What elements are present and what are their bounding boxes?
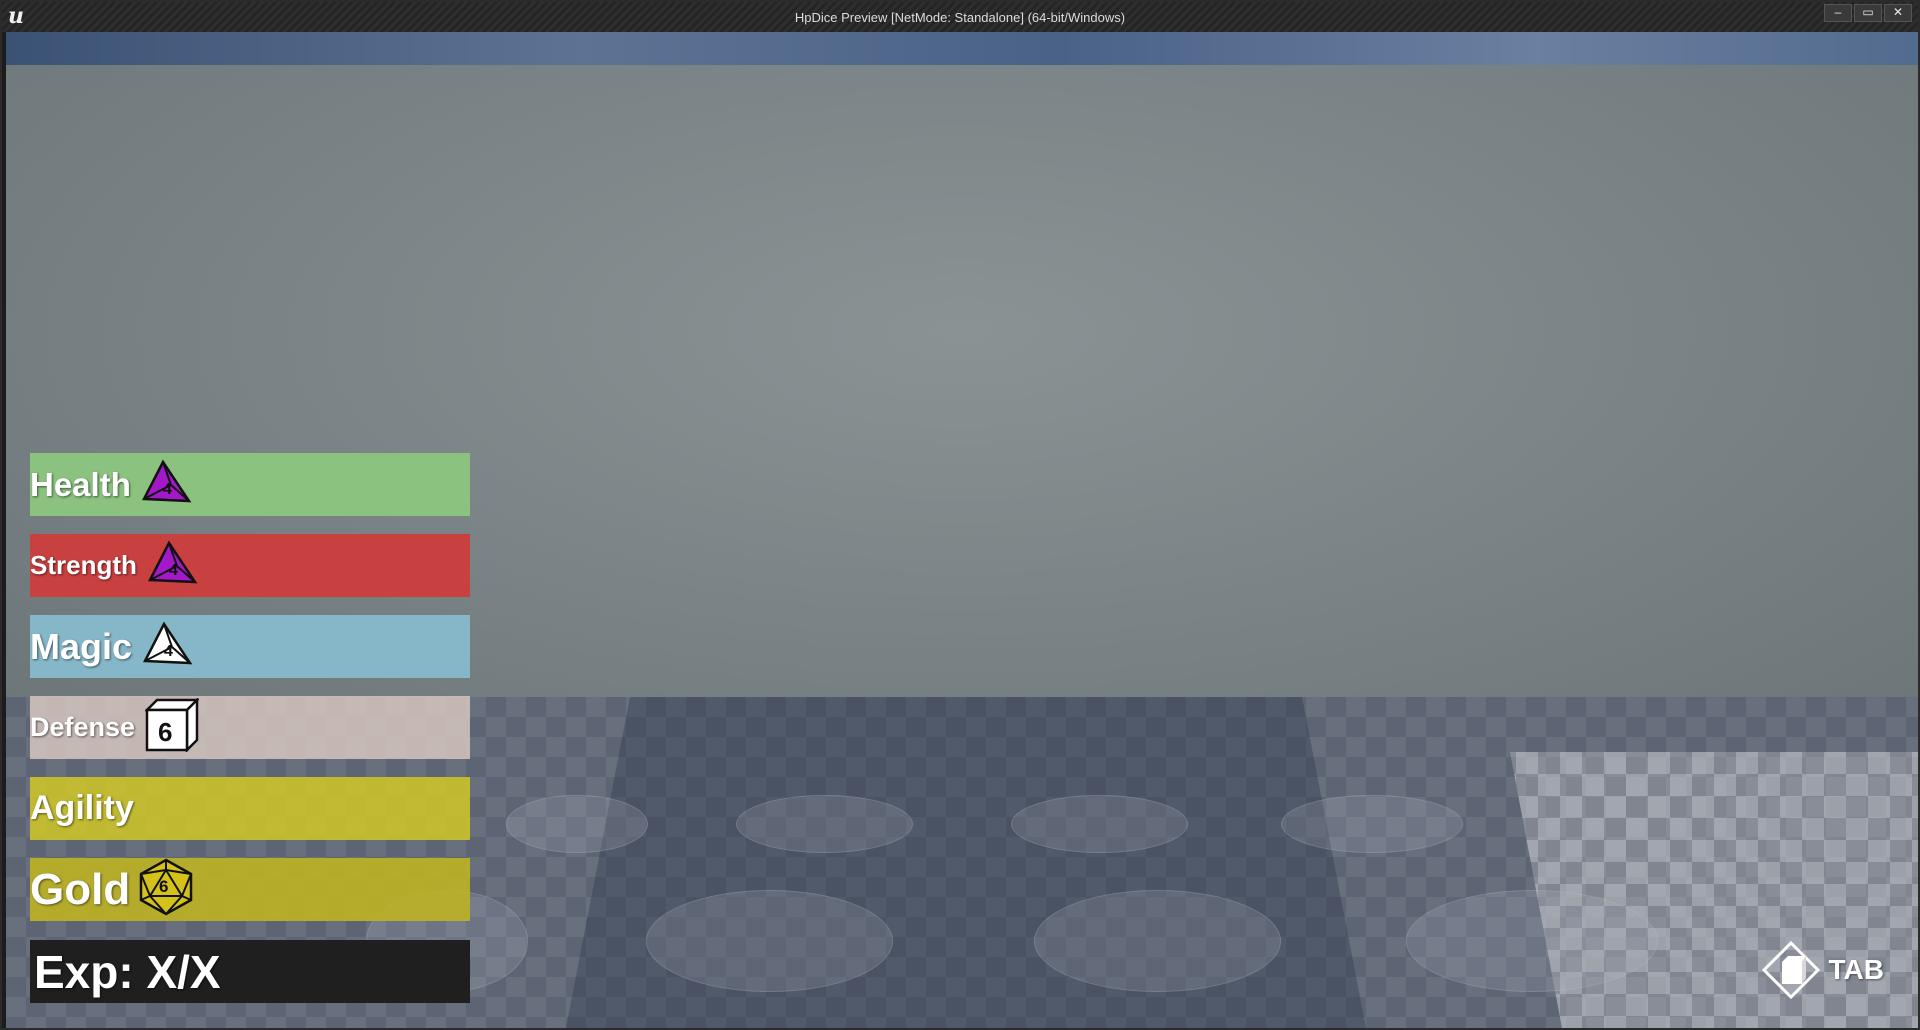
strength-label: Strength [30,550,137,580]
tab-key-label: TAB [1828,954,1884,985]
floor-circle [506,795,648,853]
agility-label: Agility [30,789,134,827]
svg-text:6: 6 [158,717,172,747]
floor-circle [1034,890,1281,992]
exp-bar: Exp: X/X [30,940,470,1003]
floor-circle [1011,795,1188,853]
maximize-button[interactable]: ▭ [1854,4,1882,22]
close-button[interactable]: ✕ [1884,4,1912,22]
game-window: u HpDice Preview [NetMode: Standalone] (… [0,0,1920,1030]
title-bar[interactable]: u HpDice Preview [NetMode: Standalone] (… [2,2,1918,32]
defense-label: Defense [30,712,136,742]
exp-label: Exp: X/X [34,945,221,998]
defense-bar: Defense 6 [30,696,470,759]
svg-text:4: 4 [169,562,178,579]
floor-circle [1406,890,1658,992]
sky [6,32,1918,65]
health-bar: Health 4 [30,453,470,516]
magic-label: Magic [30,625,133,667]
d6-die-icon: 6 [144,696,201,757]
strength-bar: Strength 4 [30,534,470,597]
d4-die-icon: 4 [142,621,194,672]
magic-bar: Magic 4 [30,615,470,678]
d4-die-icon: 4 [147,540,199,591]
d4-die-icon: 4 [141,459,193,510]
minimize-button[interactable]: – [1824,4,1852,22]
floor-circle [646,890,893,992]
d20-die-icon: 6 [138,858,194,921]
svg-text:6: 6 [159,877,168,896]
floor-circle [736,795,913,853]
gold-label: Gold [30,864,131,914]
svg-text:4: 4 [164,643,173,660]
floor-circle [1281,795,1463,853]
svg-text:4: 4 [163,481,172,498]
agility-bar: Agility [30,777,470,840]
cube-diamond-icon [1761,940,1820,1000]
game-viewport[interactable]: Health 4 Strength 4 Magic 4 Defense 6 Ag… [6,32,1918,1028]
window-title: HpDice Preview [NetMode: Standalone] (64… [794,10,1126,25]
window-controls: – ▭ ✕ [1824,4,1912,22]
gold-bar: Gold 6 [30,858,470,921]
tab-hint[interactable]: TAB [1761,940,1884,1000]
health-label: Health [30,465,131,503]
